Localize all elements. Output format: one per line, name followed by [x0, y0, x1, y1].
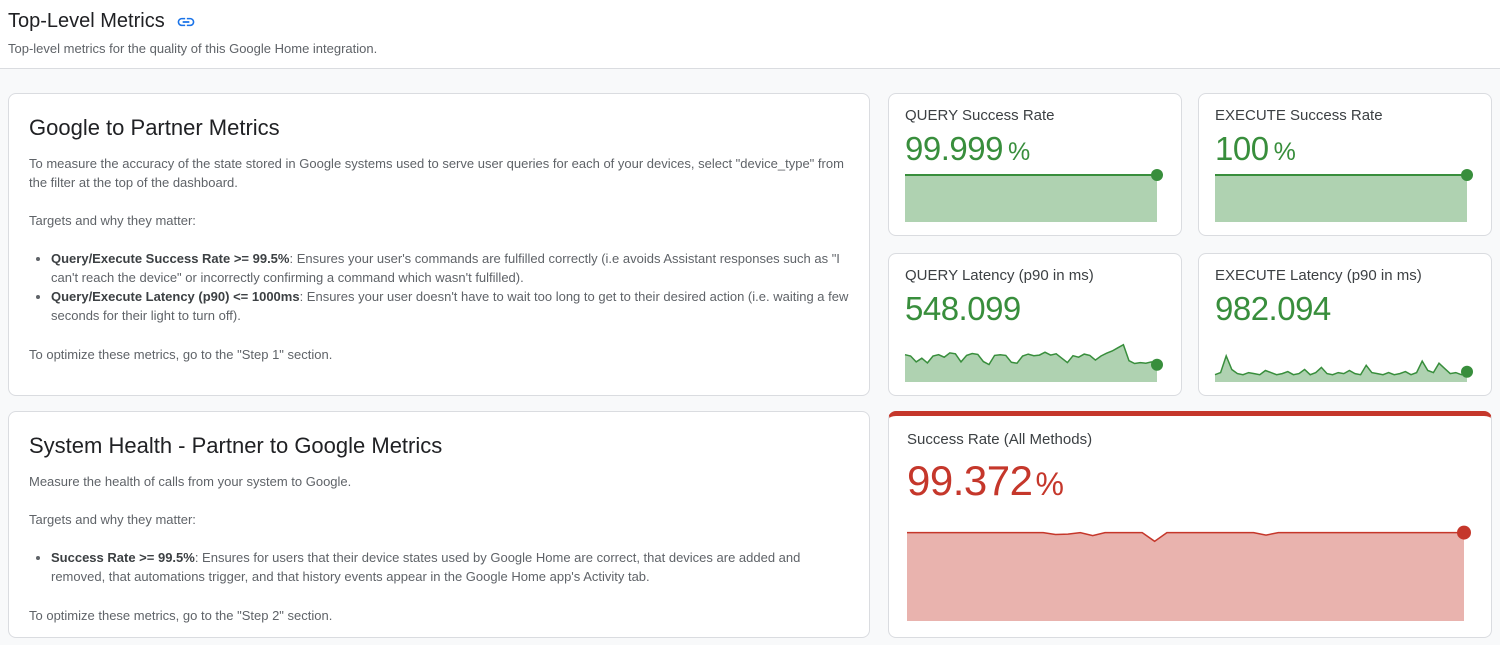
page-title: Top-Level Metrics: [8, 9, 165, 34]
target-item: Success Rate >= 99.5%: Ensures for users…: [51, 548, 849, 586]
metric-number: 982.094: [1215, 290, 1331, 328]
metric-number: 99.999: [905, 130, 1003, 168]
page-header: Top-Level Metrics Top-level metrics for …: [0, 0, 1500, 57]
metric-title: QUERY Success Rate: [905, 106, 1165, 126]
target-item: Query/Execute Latency (p90) <= 1000ms: E…: [51, 287, 849, 325]
card-system-health-metrics: System Health - Partner to Google Metric…: [8, 411, 870, 638]
metric-value: 548.099: [905, 290, 1165, 328]
target-label: Success Rate >= 99.5%: [51, 550, 195, 565]
metric-unit: %: [1035, 466, 1063, 503]
metric-title: EXECUTE Success Rate: [1215, 106, 1475, 126]
metric-card-execute-latency: EXECUTE Latency (p90 in ms) 982.094: [1198, 253, 1492, 396]
targets-list: Query/Execute Success Rate >= 99.5%: Ens…: [29, 249, 849, 325]
metric-cards-group: QUERY Success Rate 99.999 % EXECUTE Succ…: [888, 93, 1492, 396]
target-item: Query/Execute Success Rate >= 99.5%: Ens…: [51, 249, 849, 287]
sparkline-chart: [1215, 332, 1475, 382]
targets-list: Success Rate >= 99.5%: Ensures for users…: [29, 548, 849, 586]
page-subtitle: Top-level metrics for the quality of thi…: [8, 41, 1492, 57]
dashboard-content: Google to Partner Metrics To measure the…: [0, 69, 1500, 645]
target-label: Query/Execute Latency (p90) <= 1000ms: [51, 289, 300, 304]
target-label: Query/Execute Success Rate >= 99.5%: [51, 251, 289, 266]
metric-value: 99.372 %: [907, 456, 1473, 506]
card-intro: To measure the accuracy of the state sto…: [29, 154, 849, 192]
sparkline-chart: [905, 172, 1165, 222]
card-title: Google to Partner Metrics: [29, 114, 849, 142]
metric-value: 982.094: [1215, 290, 1475, 328]
metric-title: EXECUTE Latency (p90 in ms): [1215, 266, 1475, 286]
metric-number: 99.372: [907, 456, 1032, 506]
metric-card-query-success-rate: QUERY Success Rate 99.999 %: [888, 93, 1182, 236]
metric-value: 99.999 %: [905, 130, 1165, 168]
metric-number: 100: [1215, 130, 1269, 168]
sparkline-chart: [1215, 172, 1475, 222]
metric-title: Success Rate (All Methods): [907, 430, 1473, 450]
sparkline-chart: [907, 529, 1473, 621]
targets-heading: Targets and why they matter:: [29, 211, 849, 230]
metrics-grid: Google to Partner Metrics To measure the…: [8, 93, 1492, 638]
metric-card-execute-success-rate: EXECUTE Success Rate 100 %: [1198, 93, 1492, 236]
card-footer: To optimize these metrics, go to the "St…: [29, 345, 849, 364]
metric-unit: %: [1274, 138, 1296, 167]
card-google-to-partner-metrics: Google to Partner Metrics To measure the…: [8, 93, 870, 396]
metric-card-success-rate-all-methods: Success Rate (All Methods) 99.372 %: [888, 411, 1492, 638]
card-footer: To optimize these metrics, go to the "St…: [29, 606, 849, 625]
targets-heading: Targets and why they matter:: [29, 510, 849, 529]
card-intro: Measure the health of calls from your sy…: [29, 472, 849, 491]
sparkline-chart: [905, 332, 1165, 382]
anchor-link-icon[interactable]: [176, 12, 196, 32]
metric-value: 100 %: [1215, 130, 1475, 168]
card-title: System Health - Partner to Google Metric…: [29, 432, 849, 460]
metric-unit: %: [1008, 138, 1030, 167]
metric-number: 548.099: [905, 290, 1021, 328]
metric-card-query-latency: QUERY Latency (p90 in ms) 548.099: [888, 253, 1182, 396]
metric-title: QUERY Latency (p90 in ms): [905, 266, 1165, 286]
